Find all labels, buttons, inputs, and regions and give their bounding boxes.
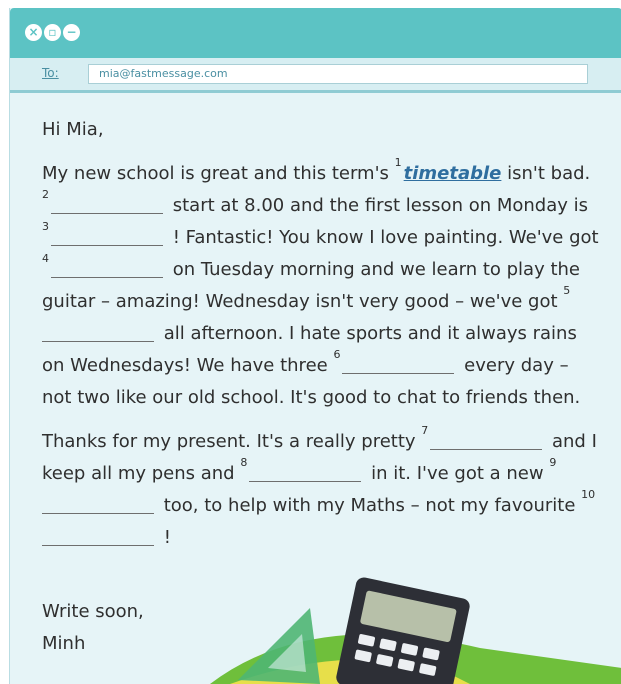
- set-square-icon: [238, 608, 320, 684]
- calculator-icon: [336, 577, 470, 684]
- email-window: × ▫ − To: mia@fastmessage.com Hi Mia, My…: [9, 8, 621, 684]
- school-supplies-illustration: [210, 577, 621, 684]
